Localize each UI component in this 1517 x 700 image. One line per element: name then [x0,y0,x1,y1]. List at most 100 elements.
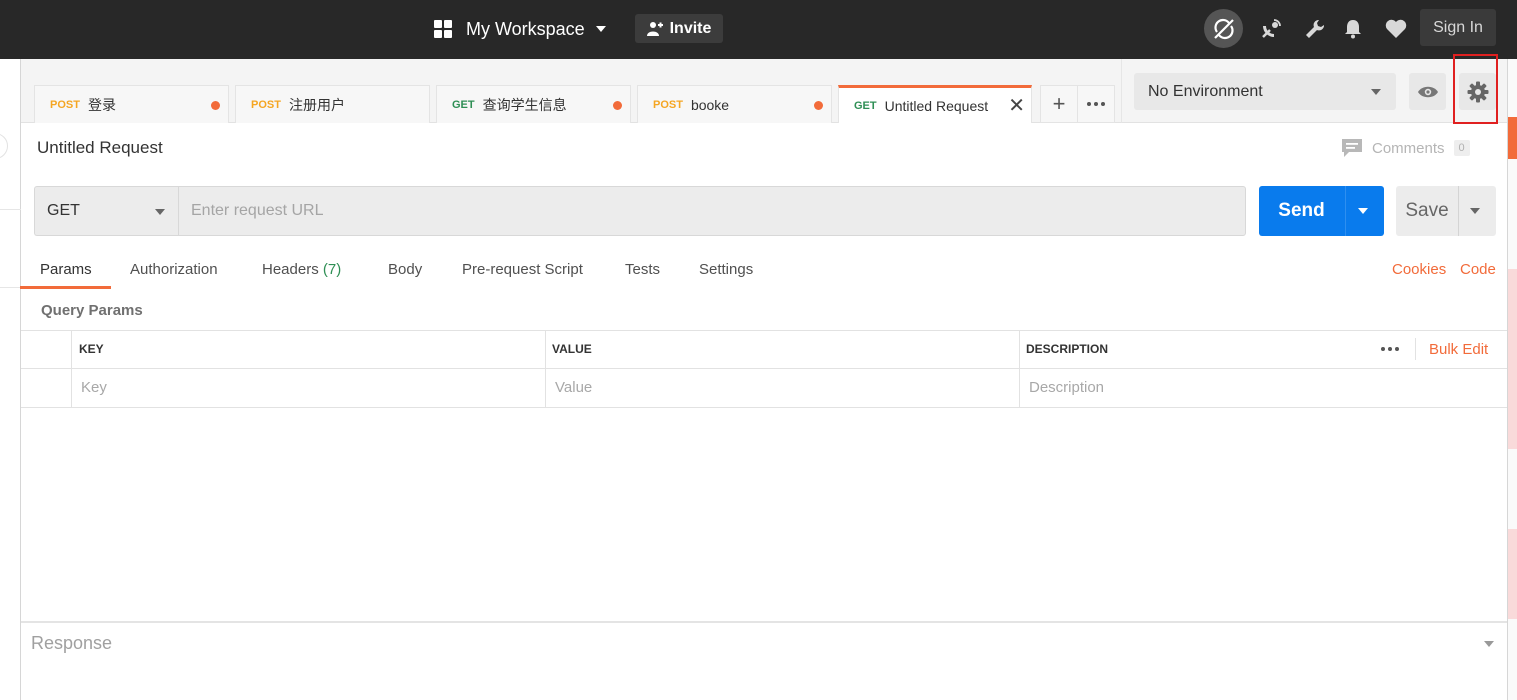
workspace-label: My Workspace [466,18,585,39]
heart-button[interactable] [1381,14,1411,44]
column-header-description: DESCRIPTION [1026,342,1109,356]
tab-settings[interactable]: Settings [699,261,753,278]
method-badge: POST [251,98,281,111]
unsaved-dot-icon [613,101,622,110]
divider [21,368,1507,369]
chevron-down-icon [1371,89,1381,95]
more-icon [1087,102,1105,106]
notifications-button[interactable] [1338,14,1368,44]
environment-label: No Environment [1148,82,1263,100]
tab-label: 注册用户 [288,96,345,113]
tab-headers[interactable]: Headers (7) [262,261,341,278]
tab-body[interactable]: Body [388,261,422,278]
invite-label: Invite [669,19,712,37]
response-divider[interactable] [21,621,1507,623]
send-button[interactable]: Send [1259,186,1384,236]
query-params-title: Query Params [41,302,143,319]
sync-button[interactable] [1204,9,1243,48]
method-badge: GET [452,98,475,111]
column-header-value: VALUE [552,342,592,356]
tab-authorization[interactable]: Authorization [130,261,218,278]
workspace-switcher[interactable]: My Workspace [434,17,606,41]
send-label: Send [1278,200,1325,221]
heart-icon [1385,19,1407,38]
sign-in-button[interactable]: Sign In [1420,9,1496,46]
cookies-link[interactable]: Cookies [1392,261,1446,278]
divider [71,331,72,407]
headers-count: (7) [322,261,342,278]
tab-label: 登录 [87,96,116,113]
orange-marker [1508,117,1517,159]
tab-headers-label: Headers [262,261,319,278]
divider [1458,186,1459,236]
active-tab-indicator [20,286,111,289]
comments-button[interactable]: Comments 0 [1341,136,1470,160]
plus-icon: + [1052,91,1066,116]
bulk-edit-link[interactable]: Bulk Edit [1429,341,1488,358]
interceptor-button[interactable] [1256,14,1286,44]
url-input[interactable]: Enter request URL [178,186,1246,236]
method-label: GET [47,202,80,219]
unsaved-dot-icon [814,101,823,110]
method-badge: POST [653,98,683,111]
tab-label: 查询学生信息 [482,96,567,113]
invite-button[interactable]: Invite [635,14,723,43]
request-title[interactable]: Untitled Request [37,138,163,158]
close-icon[interactable]: ✕ [1008,96,1025,116]
value-input[interactable]: Value [555,379,592,396]
request-tab-active[interactable]: GET Untitled Request ✕ [838,85,1032,123]
chevron-down-icon [595,26,606,32]
tab-pre-request-script[interactable]: Pre-request Script [462,261,583,278]
method-badge: GET [854,99,877,112]
pink-block [1508,269,1517,449]
tab-label: Untitled Request [884,97,989,114]
request-tab[interactable]: GET 查询学生信息 [436,85,631,123]
chevron-down-icon [155,209,165,215]
request-tab[interactable]: POST 登录 [34,85,229,123]
more-icon[interactable] [1381,347,1399,351]
highlight-box [1453,54,1498,124]
method-badge: POST [50,98,80,111]
tab-options-button[interactable] [1077,85,1115,123]
sidebar-edge [0,59,21,700]
wrench-icon [1306,19,1325,38]
comments-label: Comments [1372,139,1445,157]
save-button[interactable]: Save [1396,186,1496,236]
comment-icon [1342,139,1362,157]
code-link[interactable]: Code [1460,261,1496,278]
eye-icon [1417,86,1438,97]
url-placeholder: Enter request URL [191,202,324,219]
tab-params[interactable]: Params [40,261,92,278]
satellite-icon [1262,19,1281,38]
request-tab[interactable]: POST 注册用户 [235,85,430,123]
request-tab[interactable]: POST booke [637,85,832,123]
environment-quick-look-button[interactable] [1409,73,1446,110]
divider [1345,186,1346,236]
settings-wrench-button[interactable] [1300,14,1330,44]
sync-off-icon [1213,18,1234,39]
key-input[interactable]: Key [81,379,107,396]
save-label: Save [1405,200,1449,221]
new-tab-button[interactable]: + [1040,85,1078,123]
divider [21,330,1507,331]
column-header-key: KEY [79,342,104,356]
bell-icon [1345,20,1361,39]
chevron-down-icon[interactable] [1470,208,1480,214]
right-panel-edge [1507,59,1517,700]
divider [1019,331,1020,407]
method-select[interactable]: GET [34,186,178,236]
divider [1415,338,1416,360]
pink-block [1508,529,1517,619]
chevron-down-icon[interactable] [1358,208,1368,214]
description-input[interactable]: Description [1029,379,1104,396]
add-user-icon [646,21,663,36]
chevron-down-icon[interactable] [1484,641,1494,647]
sidebar-circle [0,133,8,159]
tab-label: booke [690,96,730,113]
unsaved-dot-icon [211,101,220,110]
environment-select[interactable]: No Environment [1134,73,1396,110]
divider [0,287,21,288]
comments-count-badge: 0 [1453,140,1470,156]
tab-tests[interactable]: Tests [625,261,660,278]
top-bar: My Workspace Invite Sign In [0,0,1517,59]
